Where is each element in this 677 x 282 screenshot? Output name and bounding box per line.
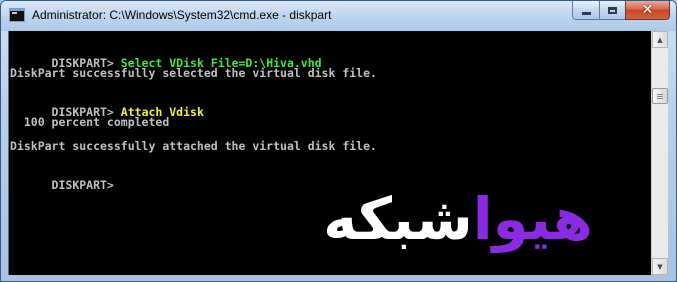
watermark-logo: هیواشبکه (322, 184, 595, 256)
console-window: Administrator: C:\Windows\System32\cmd.e… (0, 0, 677, 282)
console-line: DiskPart successfully attached the virtu… (10, 139, 377, 153)
console-line: DISKPART> (10, 164, 121, 206)
maximize-button[interactable] (599, 1, 625, 20)
console-line: DiskPart successfully selected the virtu… (10, 66, 377, 80)
window-title: Administrator: C:\Windows\System32\cmd.e… (32, 8, 332, 22)
vertical-scrollbar[interactable]: ▲ ▼ (651, 31, 668, 275)
scroll-down-button[interactable]: ▼ (652, 258, 668, 275)
console-line: 100 percent completed (10, 115, 170, 129)
arrow-up-icon: ▲ (657, 35, 663, 44)
title-bar[interactable]: Administrator: C:\Windows\System32\cmd.e… (1, 1, 676, 31)
close-icon: ✕ (641, 2, 654, 18)
minimize-button[interactable] (572, 1, 599, 20)
arrow-down-icon: ▼ (657, 262, 663, 271)
maximize-icon (608, 6, 617, 14)
window-controls: ✕ (572, 1, 670, 21)
close-button[interactable]: ✕ (625, 1, 670, 20)
minimize-icon (581, 12, 591, 15)
prompt: DISKPART> (51, 178, 121, 192)
scroll-up-button[interactable]: ▲ (652, 31, 668, 48)
cmd-app-icon[interactable] (9, 8, 25, 22)
scrollbar-thumb[interactable] (652, 88, 668, 104)
